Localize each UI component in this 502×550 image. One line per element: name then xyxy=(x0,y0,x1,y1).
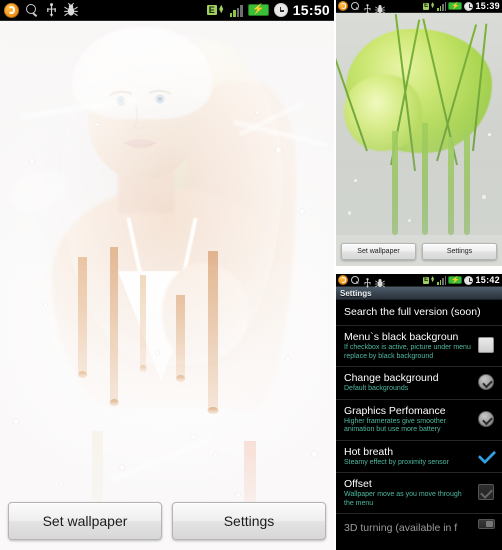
wallpaper-button-row-secondary: Set wallpaper Settings xyxy=(336,238,502,266)
drip-trail xyxy=(176,295,185,379)
edge-data-icon: E ▲ ▼ xyxy=(423,1,436,10)
row-subtitle: Steamy effect by proximity sensor xyxy=(344,458,449,466)
wallpaper-canvas-main[interactable]: Set wallpaper Settings xyxy=(0,21,334,550)
settings-button[interactable]: Settings xyxy=(172,502,326,540)
set-wallpaper-button[interactable]: Set wallpaper xyxy=(341,243,416,260)
status-bar-right-icons: E ▲ ▼ ⚡ 15:50 xyxy=(206,2,330,18)
drip-trail xyxy=(140,275,146,369)
status-bar-secondary: E ▲ ▼ ⚡ 15:39 xyxy=(336,0,502,14)
drip-trail xyxy=(110,247,118,403)
data-arrows-icon: ▲ ▼ xyxy=(217,4,225,15)
bug-icon xyxy=(375,275,385,288)
settings-row-3d-turning[interactable]: 3D turning (available in f xyxy=(336,514,502,542)
battery-charging-icon: ⚡ xyxy=(247,4,269,16)
settings-row-menu-black-background[interactable]: Menu`s black backgroun If checkbox is ac… xyxy=(336,326,502,367)
usb-icon xyxy=(363,275,372,288)
settings-row-change-background[interactable]: Change background Default backgrounds xyxy=(336,367,502,400)
set-wallpaper-button[interactable]: Set wallpaper xyxy=(8,502,162,540)
battery-charging-icon: ⚡ xyxy=(448,2,463,10)
status-bar-clock: 15:39 xyxy=(475,1,500,11)
wallpaper-button-row-main: Set wallpaper Settings xyxy=(0,494,334,550)
signal-icon xyxy=(437,276,447,285)
alarm-clock-icon xyxy=(273,3,288,17)
settings-title-bar: Settings xyxy=(336,287,502,300)
wallpaper-canvas-secondary[interactable] xyxy=(336,13,502,235)
status-bar-left-icons xyxy=(4,2,207,18)
chevron-down-icon[interactable] xyxy=(478,410,496,429)
row-subtitle: Wallpaper move as you move through the m… xyxy=(344,491,462,507)
row-title: Graphics Perfomance xyxy=(344,404,446,417)
data-type-label: E xyxy=(206,5,217,15)
drip-trail xyxy=(78,257,87,375)
row-title: Change background xyxy=(344,372,439,384)
search-icon[interactable] xyxy=(351,275,360,285)
row-title: Offset xyxy=(344,478,372,490)
status-bar-clock: 15:50 xyxy=(292,2,330,18)
row-title: Menu`s black backgroun xyxy=(344,331,459,343)
steam-fog-overlay xyxy=(336,13,502,235)
wallpaper-preview-secondary: E ▲ ▼ ⚡ 15:39 Set wallpaper Settings xyxy=(336,0,502,266)
row-title: Hot breath xyxy=(344,445,394,458)
usb-icon xyxy=(45,3,58,17)
alarm-clock-icon xyxy=(464,1,474,11)
drip-trail xyxy=(208,251,218,411)
logo-icon xyxy=(338,275,348,285)
search-icon[interactable] xyxy=(351,1,360,11)
wallpaper-preview-main: E ▲ ▼ ⚡ 15:50 Set wallpaper Settings xyxy=(0,0,334,550)
row-title: 3D turning (available in f xyxy=(344,521,458,534)
bug-icon xyxy=(64,2,78,17)
right-column: E ▲ ▼ ⚡ 15:39 Set wallpaper Settings E ▲… xyxy=(336,0,502,550)
menu-black-background-checkbox[interactable] xyxy=(478,337,496,355)
row-subtitle: Default backgrounds xyxy=(344,385,409,392)
logo-icon xyxy=(338,1,348,11)
battery-charging-icon: ⚡ xyxy=(448,276,463,284)
settings-row-search-full-version[interactable]: Search the full version (soon) xyxy=(336,300,502,326)
status-bar-main: E ▲ ▼ ⚡ 15:50 xyxy=(0,0,334,21)
status-bar-clock: 15:42 xyxy=(475,275,500,285)
data-arrows-icon: ▲ ▼ xyxy=(430,1,436,10)
alarm-clock-icon xyxy=(464,275,474,285)
data-type-label: E xyxy=(423,2,430,10)
settings-list: Search the full version (soon) Menu`s bl… xyxy=(336,300,502,542)
bug-icon xyxy=(375,1,385,14)
edge-data-icon: E ▲ ▼ xyxy=(206,4,225,15)
wiped-clear-area xyxy=(62,35,282,365)
settings-row-offset[interactable]: Offset Wallpaper move as you move throug… xyxy=(336,473,502,514)
row-subtitle: Higher framerates give smoother animatio… xyxy=(344,417,446,434)
chevron-down-icon[interactable] xyxy=(478,373,496,392)
settings-button[interactable]: Settings xyxy=(422,243,497,260)
data-type-label: E xyxy=(423,276,430,284)
three-d-turning-toggle[interactable] xyxy=(478,519,496,537)
hot-breath-checkbox[interactable] xyxy=(478,447,496,465)
signal-icon xyxy=(229,4,243,17)
screenshot-root: E ▲ ▼ ⚡ 15:50 Set wallpaper Settings E ▲… xyxy=(0,0,502,550)
usb-icon xyxy=(363,1,372,14)
row-title: Search the full version (soon) xyxy=(344,306,481,318)
row-subtitle: If checkbox is active, picture under men… xyxy=(344,344,471,360)
data-arrows-icon: ▲ ▼ xyxy=(430,275,436,284)
settings-row-graphics-performance[interactable]: Graphics Perfomance Higher framerates gi… xyxy=(336,400,502,441)
wallpaper-photo xyxy=(0,21,334,550)
logo-icon xyxy=(4,2,19,18)
status-bar-settings: E ▲ ▼ ⚡ 15:42 xyxy=(336,274,502,288)
search-icon[interactable] xyxy=(25,3,39,17)
settings-screen: E ▲ ▼ ⚡ 15:42 Settings Search the full ve… xyxy=(336,274,502,550)
settings-row-hot-breath[interactable]: Hot breath Steamy effect by proximity se… xyxy=(336,441,502,473)
offset-checkbox[interactable] xyxy=(478,484,496,502)
edge-data-icon: E ▲ ▼ xyxy=(423,275,436,284)
signal-icon xyxy=(437,2,447,11)
